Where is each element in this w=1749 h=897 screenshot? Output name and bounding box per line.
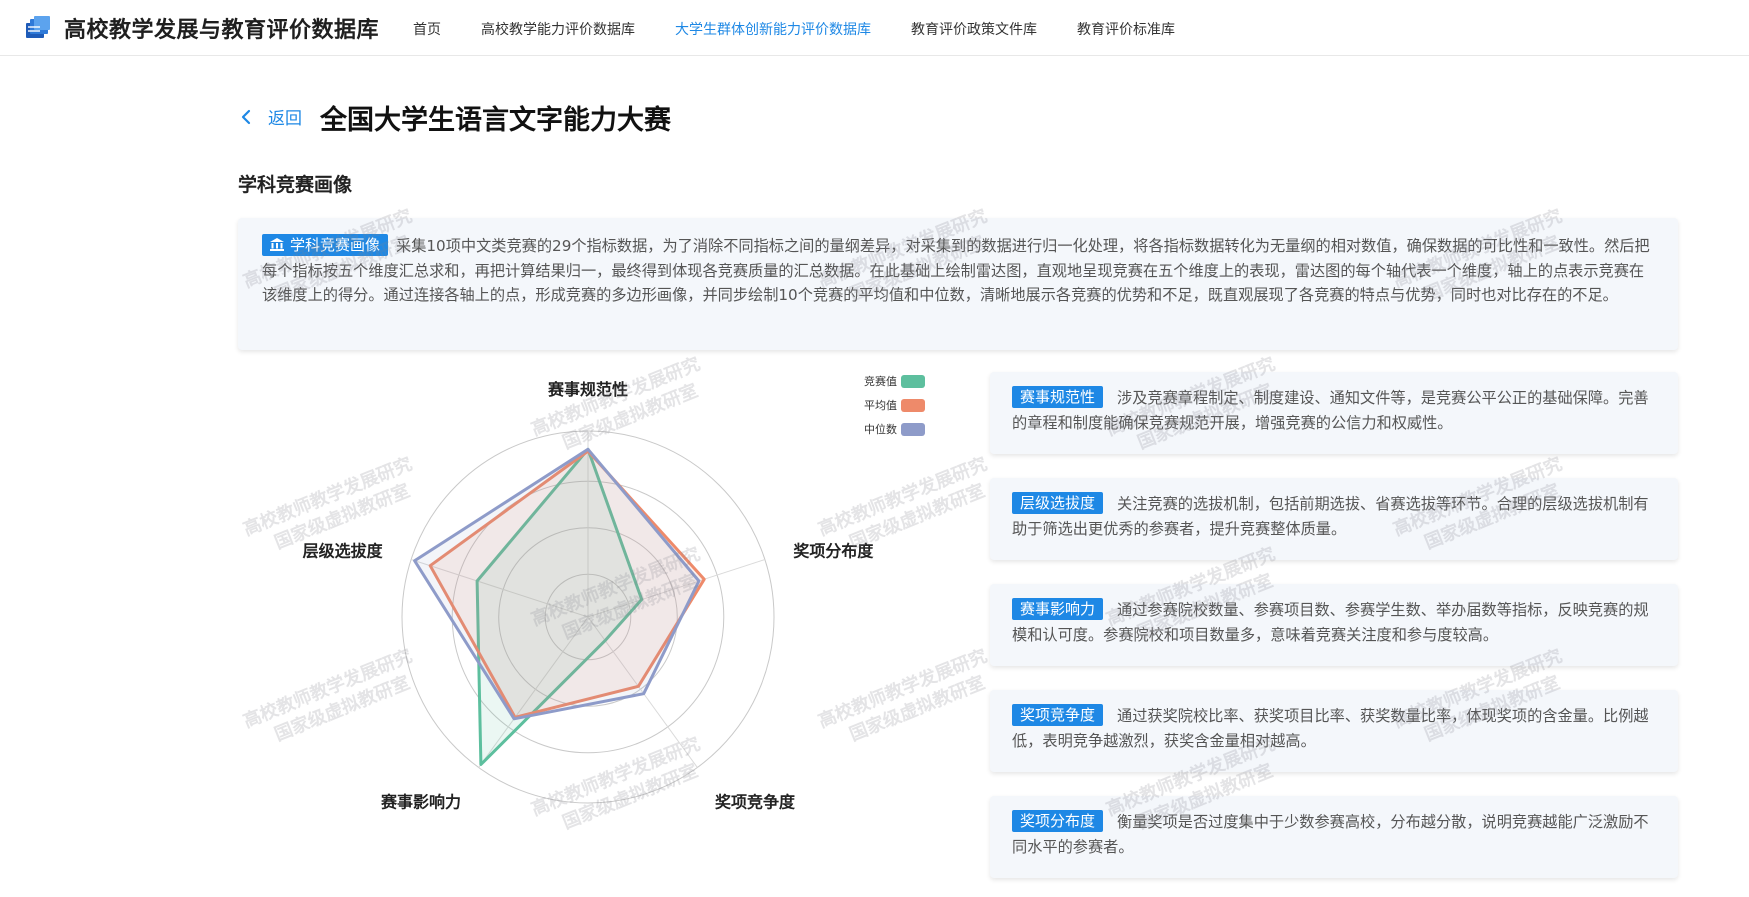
nav-item-standard-db[interactable]: 教育评价标准库 xyxy=(1077,19,1175,39)
radar-axis-label: 赛事影响力 xyxy=(380,793,461,812)
intro-tag-label: 学科竞赛画像 xyxy=(290,236,381,254)
back-label: 返回 xyxy=(268,109,302,129)
radar-axis-label: 赛事规范性 xyxy=(547,380,628,399)
brand[interactable]: 高校教学发展与教育评价数据库 xyxy=(24,14,380,43)
section-title: 学科竞赛画像 xyxy=(238,174,353,196)
card-text: 衡量奖项是否过度集中于少数参赛高校，分布越分散，说明竞赛越能广泛激励不同水平的参… xyxy=(1012,813,1649,856)
intro-text: 采集10项中文类竞赛的29个指标数据，为了消除不同指标之间的量纲差异，对采集到的… xyxy=(262,237,1650,304)
card-text: 通过参赛院校数量、参赛项目数、参赛学生数、举办届数等指标，反映竞赛的规模和认可度… xyxy=(1012,601,1649,644)
card-tag: 赛事规范性 xyxy=(1012,386,1104,408)
nav-item-innovation-db[interactable]: 大学生群体创新能力评价数据库 xyxy=(675,19,871,39)
nav-item-policy-db[interactable]: 教育评价政策文件库 xyxy=(911,19,1037,39)
radar-axis-label: 奖项分布度 xyxy=(793,541,874,560)
legend-label: 竞赛值 xyxy=(864,375,897,388)
brand-title: 高校教学发展与教育评价数据库 xyxy=(64,18,380,43)
legend-swatch xyxy=(901,398,925,412)
page-title: 全国大学生语言文字能力大赛 xyxy=(320,105,671,136)
radar-axis-label: 奖项竞争度 xyxy=(715,793,796,812)
nav-item-home[interactable]: 首页 xyxy=(413,19,441,39)
legend-swatch xyxy=(901,422,925,436)
legend-label: 中位数 xyxy=(864,423,897,436)
book-stack-icon xyxy=(26,16,50,38)
bank-icon xyxy=(270,238,284,251)
dimension-card-competition: 奖项竞争度 通过获奖院校比率、获奖项目比率、获奖数量比率，体现奖项的含金量。比例越… xyxy=(990,690,1678,772)
chevron-left-icon xyxy=(241,109,251,124)
intro-tag: 学科竞赛画像 xyxy=(262,234,389,256)
card-text: 涉及竞赛章程制定、制度建设、通知文件等，是竞赛公平公正的基础保障。完善的章程和制… xyxy=(1012,389,1649,432)
card-text: 关注竞赛的选拔机制，包括前期选拔、省赛选拔等环节。合理的层级选拔机制有助于筛选出… xyxy=(1012,495,1649,538)
legend-swatch xyxy=(901,374,925,388)
legend-item-median[interactable]: 中位数 xyxy=(864,421,925,437)
top-nav: 高校教学发展与教育评价数据库 首页 高校教学能力评价数据库 大学生群体创新能力评… xyxy=(0,0,1749,56)
radar-chart: 赛事规范性奖项分布度奖项竞争度 赛事影响力 层级选拔度 竞赛值 平均值 中位数 xyxy=(250,360,950,820)
legend-label: 平均值 xyxy=(864,399,897,412)
card-tag: 层级选拔度 xyxy=(1012,492,1104,514)
card-tag: 奖项竞争度 xyxy=(1012,704,1104,726)
dimension-card-distribution: 奖项分布度 衡量奖项是否过度集中于少数参赛高校，分布越分散，说明竞赛越能广泛激励不… xyxy=(990,796,1678,878)
radar-axis-label: 层级选拔度 xyxy=(303,541,384,560)
dimension-card-influence: 赛事影响力 通过参赛院校数量、参赛项目数、参赛学生数、举办届数等指标，反映竞赛的规… xyxy=(990,584,1678,666)
back-button[interactable]: 返回 xyxy=(240,104,302,129)
nav-item-teaching-ability-db[interactable]: 高校教学能力评价数据库 xyxy=(481,19,635,39)
legend-item-contest[interactable]: 竞赛值 xyxy=(864,373,925,389)
dimension-card-selection: 层级选拔度 关注竞赛的选拔机制，包括前期选拔、省赛选拔等环节。合理的层级选拔机制有… xyxy=(990,478,1678,560)
radar-chart-svg: 赛事规范性奖项分布度奖项竞争度 赛事影响力 层级选拔度 xyxy=(303,380,875,812)
dimension-card-standardization: 赛事规范性 涉及竞赛章程制定、制度建设、通知文件等，是竞赛公平公正的基础保障。完善… xyxy=(990,372,1678,454)
card-tag: 奖项分布度 xyxy=(1012,810,1104,832)
radar-series-3 xyxy=(413,447,701,721)
card-tag: 赛事影响力 xyxy=(1012,598,1104,620)
card-text: 通过获奖院校比率、获奖项目比率、获奖数量比率，体现奖项的含金量。比例越低，表明竞… xyxy=(1012,707,1649,750)
legend-item-average[interactable]: 平均值 xyxy=(864,397,925,413)
intro-box: 学科竞赛画像 采集10项中文类竞赛的29个指标数据，为了消除不同指标之间的量纲差异… xyxy=(238,218,1678,350)
